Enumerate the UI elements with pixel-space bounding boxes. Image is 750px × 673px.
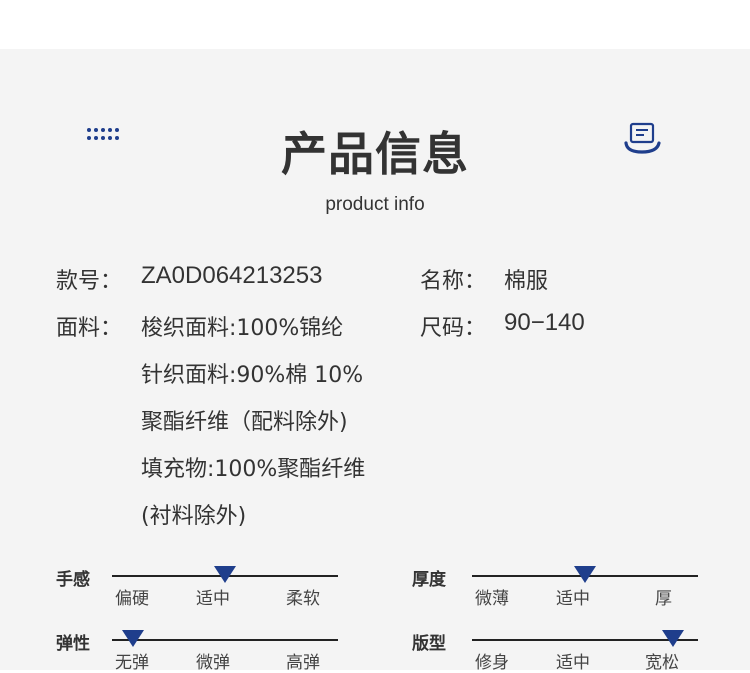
- scale-name: 厚度: [412, 570, 446, 590]
- scale-label-high: 高弹: [286, 653, 320, 673]
- size-value: 90−140: [504, 309, 585, 336]
- page-title: 产品信息: [281, 127, 469, 181]
- scale-marker: [574, 566, 596, 583]
- scale-label-low: 偏硬: [115, 589, 149, 609]
- name-label: 名称：: [420, 269, 487, 294]
- scale-track: [112, 639, 338, 641]
- fabric-label: 面料：: [56, 316, 123, 341]
- fabric-line: 梭织面料:100%锦纶: [141, 316, 344, 341]
- scale-name: 版型: [412, 634, 446, 654]
- scale-label-mid: 适中: [196, 589, 230, 609]
- scale-label-mid: 微弹: [196, 653, 230, 673]
- scale-marker: [214, 566, 236, 583]
- scale-marker: [662, 630, 684, 647]
- scale-label-low: 无弹: [115, 653, 149, 673]
- page-subtitle: product info: [325, 194, 425, 215]
- scale-label-low: 修身: [475, 653, 509, 673]
- size-label: 尺码：: [420, 316, 487, 341]
- fabric-line: 聚酯纤维（配料除外): [141, 410, 348, 435]
- scale-label-mid: 适中: [556, 589, 590, 609]
- scale-label-mid: 适中: [556, 653, 590, 673]
- scale-name: 弹性: [56, 634, 90, 654]
- scale-label-high: 柔软: [286, 589, 320, 609]
- name-value: 棉服: [504, 269, 549, 294]
- scale-label-high: 厚: [655, 589, 672, 609]
- scale-marker: [122, 630, 144, 647]
- scale-label-high: 宽松: [645, 653, 679, 673]
- fabric-line: (衬料除外): [141, 504, 247, 529]
- fabric-line: 填充物:100%聚酯纤维: [141, 457, 366, 482]
- style-no-label: 款号：: [56, 269, 123, 294]
- scale-label-low: 微薄: [475, 589, 509, 609]
- style-no-value: ZA0D064213253: [141, 262, 323, 289]
- fabric-line: 针织面料:90%棉 10%: [141, 363, 364, 388]
- scale-name: 手感: [56, 570, 90, 590]
